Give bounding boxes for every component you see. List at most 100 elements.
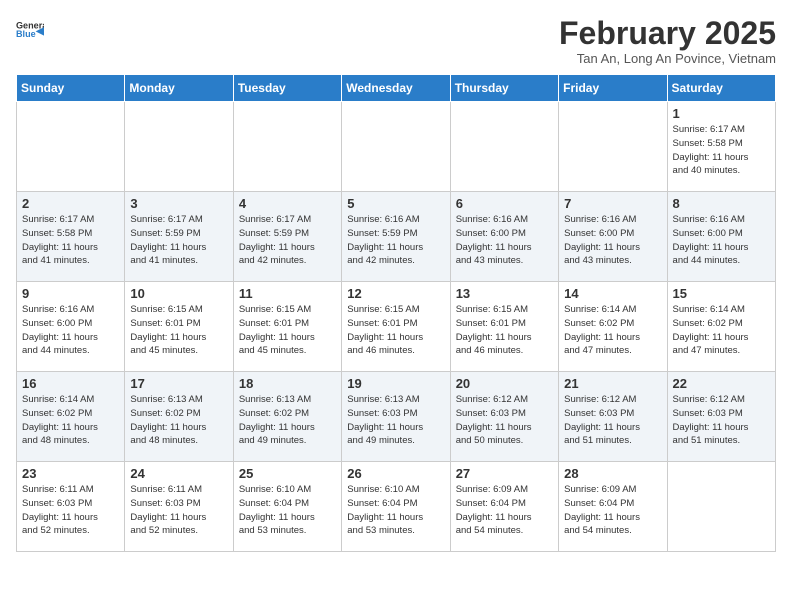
day-info: Sunrise: 6:15 AM Sunset: 6:01 PM Dayligh…	[130, 303, 227, 358]
calendar-table: SundayMondayTuesdayWednesdayThursdayFrid…	[16, 74, 776, 552]
day-info: Sunrise: 6:13 AM Sunset: 6:03 PM Dayligh…	[347, 393, 444, 448]
day-number: 8	[673, 196, 770, 211]
day-number: 5	[347, 196, 444, 211]
day-number: 9	[22, 286, 119, 301]
calendar-week-row: 1Sunrise: 6:17 AM Sunset: 5:58 PM Daylig…	[17, 102, 776, 192]
day-info: Sunrise: 6:15 AM Sunset: 6:01 PM Dayligh…	[347, 303, 444, 358]
day-info: Sunrise: 6:17 AM Sunset: 5:58 PM Dayligh…	[673, 123, 770, 178]
day-number: 12	[347, 286, 444, 301]
day-number: 6	[456, 196, 553, 211]
calendar-cell: 7 Sunrise: 6:16 AM Sunset: 6:00 PM Daylig…	[559, 192, 667, 282]
weekday-header-row: SundayMondayTuesdayWednesdayThursdayFrid…	[17, 75, 776, 102]
day-info: Sunrise: 6:16 AM Sunset: 6:00 PM Dayligh…	[22, 303, 119, 358]
day-info: Sunrise: 6:10 AM Sunset: 6:04 PM Dayligh…	[239, 483, 336, 538]
calendar-cell: 8 Sunrise: 6:16 AM Sunset: 6:00 PM Daylig…	[667, 192, 775, 282]
calendar-cell: 5 Sunrise: 6:16 AM Sunset: 5:59 PM Daylig…	[342, 192, 450, 282]
day-info: Sunrise: 6:13 AM Sunset: 6:02 PM Dayligh…	[239, 393, 336, 448]
calendar-cell: 1Sunrise: 6:17 AM Sunset: 5:58 PM Daylig…	[667, 102, 775, 192]
calendar-cell: 10 Sunrise: 6:15 AM Sunset: 6:01 PM Dayli…	[125, 282, 233, 372]
day-number: 28	[564, 466, 661, 481]
calendar-cell: 11 Sunrise: 6:15 AM Sunset: 6:01 PM Dayli…	[233, 282, 341, 372]
month-title: February 2025	[559, 16, 776, 51]
day-number: 21	[564, 376, 661, 391]
calendar-cell: 19 Sunrise: 6:13 AM Sunset: 6:03 PM Dayli…	[342, 372, 450, 462]
day-info: Sunrise: 6:17 AM Sunset: 5:59 PM Dayligh…	[130, 213, 227, 268]
calendar-cell	[125, 102, 233, 192]
calendar-cell: 13 Sunrise: 6:15 AM Sunset: 6:01 PM Dayli…	[450, 282, 558, 372]
day-info: Sunrise: 6:17 AM Sunset: 5:58 PM Dayligh…	[22, 213, 119, 268]
calendar-cell: 28 Sunrise: 6:09 AM Sunset: 6:04 PM Dayli…	[559, 462, 667, 552]
logo: General Blue	[16, 16, 44, 44]
calendar-cell: 16 Sunrise: 6:14 AM Sunset: 6:02 PM Dayli…	[17, 372, 125, 462]
day-number: 27	[456, 466, 553, 481]
day-number: 17	[130, 376, 227, 391]
calendar-week-row: 16 Sunrise: 6:14 AM Sunset: 6:02 PM Dayli…	[17, 372, 776, 462]
day-number: 7	[564, 196, 661, 211]
weekday-header-sunday: Sunday	[17, 75, 125, 102]
weekday-header-tuesday: Tuesday	[233, 75, 341, 102]
day-info: Sunrise: 6:16 AM Sunset: 5:59 PM Dayligh…	[347, 213, 444, 268]
day-number: 15	[673, 286, 770, 301]
day-number: 10	[130, 286, 227, 301]
location-subtitle: Tan An, Long An Povince, Vietnam	[559, 51, 776, 66]
calendar-cell: 9 Sunrise: 6:16 AM Sunset: 6:00 PM Daylig…	[17, 282, 125, 372]
calendar-cell: 24 Sunrise: 6:11 AM Sunset: 6:03 PM Dayli…	[125, 462, 233, 552]
calendar-cell: 6 Sunrise: 6:16 AM Sunset: 6:00 PM Daylig…	[450, 192, 558, 282]
calendar-cell: 17 Sunrise: 6:13 AM Sunset: 6:02 PM Dayli…	[125, 372, 233, 462]
day-info: Sunrise: 6:14 AM Sunset: 6:02 PM Dayligh…	[564, 303, 661, 358]
day-info: Sunrise: 6:17 AM Sunset: 5:59 PM Dayligh…	[239, 213, 336, 268]
day-number: 20	[456, 376, 553, 391]
calendar-cell: 2 Sunrise: 6:17 AM Sunset: 5:58 PM Daylig…	[17, 192, 125, 282]
day-info: Sunrise: 6:09 AM Sunset: 6:04 PM Dayligh…	[564, 483, 661, 538]
day-info: Sunrise: 6:14 AM Sunset: 6:02 PM Dayligh…	[673, 303, 770, 358]
day-number: 26	[347, 466, 444, 481]
day-number: 14	[564, 286, 661, 301]
day-info: Sunrise: 6:15 AM Sunset: 6:01 PM Dayligh…	[456, 303, 553, 358]
calendar-week-row: 23Sunrise: 6:11 AM Sunset: 6:03 PM Dayli…	[17, 462, 776, 552]
logo-icon: General Blue	[16, 16, 44, 44]
weekday-header-monday: Monday	[125, 75, 233, 102]
day-number: 4	[239, 196, 336, 211]
day-info: Sunrise: 6:10 AM Sunset: 6:04 PM Dayligh…	[347, 483, 444, 538]
calendar-cell: 14 Sunrise: 6:14 AM Sunset: 6:02 PM Dayli…	[559, 282, 667, 372]
calendar-cell: 15 Sunrise: 6:14 AM Sunset: 6:02 PM Dayli…	[667, 282, 775, 372]
calendar-cell: 21 Sunrise: 6:12 AM Sunset: 6:03 PM Dayli…	[559, 372, 667, 462]
calendar-cell: 25Sunrise: 6:10 AM Sunset: 6:04 PM Dayli…	[233, 462, 341, 552]
calendar-week-row: 2 Sunrise: 6:17 AM Sunset: 5:58 PM Daylig…	[17, 192, 776, 282]
calendar-cell: 20 Sunrise: 6:12 AM Sunset: 6:03 PM Dayli…	[450, 372, 558, 462]
day-info: Sunrise: 6:12 AM Sunset: 6:03 PM Dayligh…	[456, 393, 553, 448]
day-info: Sunrise: 6:16 AM Sunset: 6:00 PM Dayligh…	[456, 213, 553, 268]
day-number: 18	[239, 376, 336, 391]
day-number: 24	[130, 466, 227, 481]
calendar-cell: 26 Sunrise: 6:10 AM Sunset: 6:04 PM Dayli…	[342, 462, 450, 552]
calendar-cell: 4 Sunrise: 6:17 AM Sunset: 5:59 PM Daylig…	[233, 192, 341, 282]
day-info: Sunrise: 6:12 AM Sunset: 6:03 PM Dayligh…	[564, 393, 661, 448]
calendar-cell: 12 Sunrise: 6:15 AM Sunset: 6:01 PM Dayli…	[342, 282, 450, 372]
day-number: 11	[239, 286, 336, 301]
title-block: February 2025 Tan An, Long An Povince, V…	[559, 16, 776, 66]
day-info: Sunrise: 6:16 AM Sunset: 6:00 PM Dayligh…	[564, 213, 661, 268]
day-info: Sunrise: 6:11 AM Sunset: 6:03 PM Dayligh…	[22, 483, 119, 538]
calendar-cell: 18 Sunrise: 6:13 AM Sunset: 6:02 PM Dayli…	[233, 372, 341, 462]
day-info: Sunrise: 6:12 AM Sunset: 6:03 PM Dayligh…	[673, 393, 770, 448]
day-info: Sunrise: 6:11 AM Sunset: 6:03 PM Dayligh…	[130, 483, 227, 538]
day-number: 3	[130, 196, 227, 211]
day-number: 22	[673, 376, 770, 391]
day-number: 13	[456, 286, 553, 301]
day-info: Sunrise: 6:16 AM Sunset: 6:00 PM Dayligh…	[673, 213, 770, 268]
calendar-cell	[342, 102, 450, 192]
day-number: 19	[347, 376, 444, 391]
calendar-cell: 23Sunrise: 6:11 AM Sunset: 6:03 PM Dayli…	[17, 462, 125, 552]
calendar-cell	[450, 102, 558, 192]
weekday-header-wednesday: Wednesday	[342, 75, 450, 102]
day-number: 16	[22, 376, 119, 391]
svg-text:Blue: Blue	[16, 29, 36, 39]
page-header: General Blue February 2025 Tan An, Long …	[16, 16, 776, 66]
day-info: Sunrise: 6:14 AM Sunset: 6:02 PM Dayligh…	[22, 393, 119, 448]
day-info: Sunrise: 6:15 AM Sunset: 6:01 PM Dayligh…	[239, 303, 336, 358]
calendar-cell	[559, 102, 667, 192]
day-info: Sunrise: 6:13 AM Sunset: 6:02 PM Dayligh…	[130, 393, 227, 448]
day-number: 2	[22, 196, 119, 211]
calendar-cell: 3 Sunrise: 6:17 AM Sunset: 5:59 PM Daylig…	[125, 192, 233, 282]
day-info: Sunrise: 6:09 AM Sunset: 6:04 PM Dayligh…	[456, 483, 553, 538]
